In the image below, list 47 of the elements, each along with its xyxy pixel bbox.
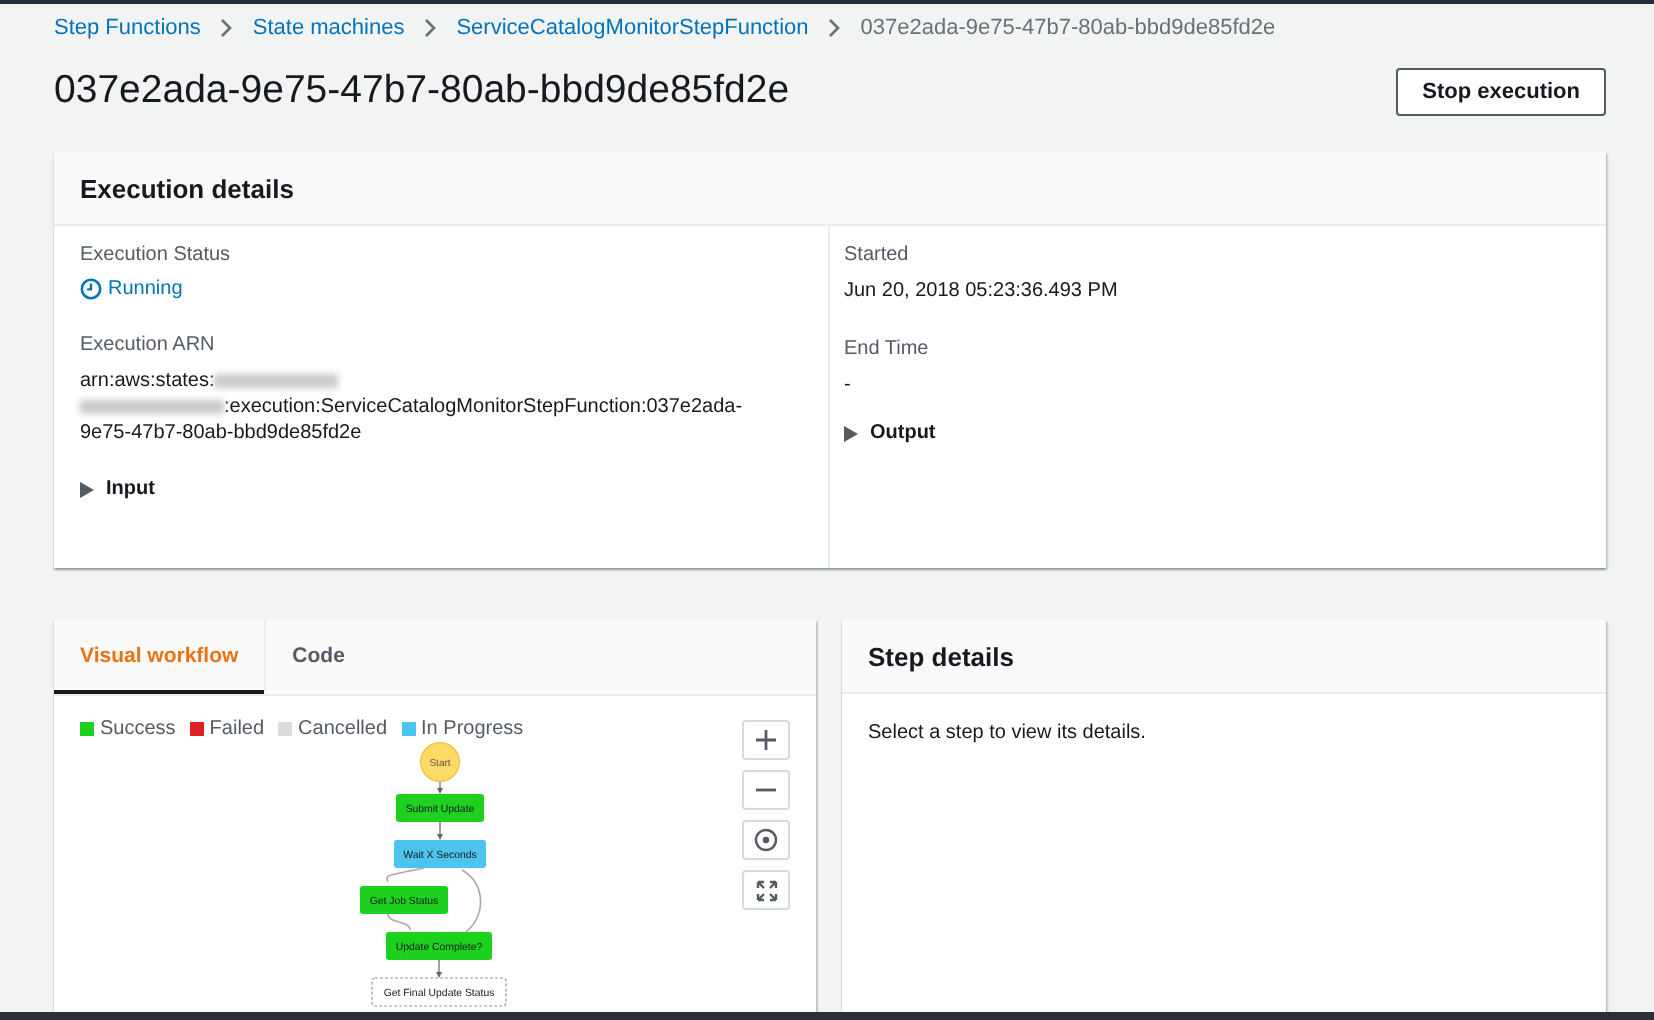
chevron-icon: [422, 18, 439, 38]
chevron-icon: [826, 18, 843, 38]
center-button[interactable]: [742, 820, 790, 860]
arn-text: :execution:ServiceCatalogMonitorStepFunction:037e2ada-: [224, 396, 743, 418]
field-label: Execution Status: [80, 244, 233, 266]
redacted-mark: [214, 373, 339, 388]
legend-label: Cancelled: [298, 718, 388, 740]
status-text: Running: [108, 278, 183, 300]
caret-icon: [844, 425, 858, 441]
card-title: Execution details: [80, 173, 294, 203]
breadcrumb[interactable]: State machines: [252, 16, 405, 40]
stop-execution-button[interactable]: Stop execution: [1396, 67, 1606, 115]
field-label: Execution ARN: [80, 334, 217, 356]
card-title: Step details: [868, 641, 1014, 671]
target-icon: [754, 828, 778, 852]
chevron-icon: [218, 18, 235, 38]
breadcrumb: 037e2ada-9e75-47b7-80ab-bbd9de85fd2e: [860, 16, 1276, 40]
breadcrumb[interactable]: Step Functions: [54, 16, 201, 40]
legend-label: Success: [100, 718, 176, 740]
connector-line: [461, 869, 482, 933]
legend-label: Failed: [209, 718, 265, 740]
arn-text: arn:aws:states:: [80, 370, 215, 392]
output-toggle[interactable]: Output: [844, 422, 936, 444]
arn-text: 9e75-47b7-80ab-bbd9de85fd2e: [80, 422, 362, 444]
field-value: Jun 20, 2018 05:23:36.493 PM: [844, 278, 1120, 304]
plus-icon: [754, 728, 778, 752]
field-label: End Time: [844, 338, 931, 360]
clock-icon: [80, 278, 102, 300]
connector-line: [387, 913, 411, 931]
redacted-mark: [80, 399, 224, 414]
zoom-in-button[interactable]: [742, 720, 790, 760]
connector-line: [385, 867, 425, 883]
expand-icon: [755, 879, 777, 901]
tab[interactable]: Code: [264, 620, 371, 694]
connector-line: [437, 781, 443, 794]
hint-text: Select a step to view its details.: [866, 720, 1148, 748]
connector-line: [437, 821, 443, 840]
zoom-out-button[interactable]: [742, 770, 790, 810]
field-value: -: [844, 372, 853, 398]
connector-line: [436, 959, 442, 978]
caret-icon: [80, 481, 94, 497]
fit-button[interactable]: [742, 870, 790, 910]
field-label: Started: [844, 244, 911, 266]
input-toggle[interactable]: Input: [80, 478, 155, 500]
page-title: 037e2ada-9e75-47b7-80ab-bbd9de85fd2e: [54, 68, 790, 114]
legend-label: In Progress: [421, 718, 524, 740]
breadcrumb[interactable]: ServiceCatalogMonitorStepFunction: [456, 16, 809, 40]
